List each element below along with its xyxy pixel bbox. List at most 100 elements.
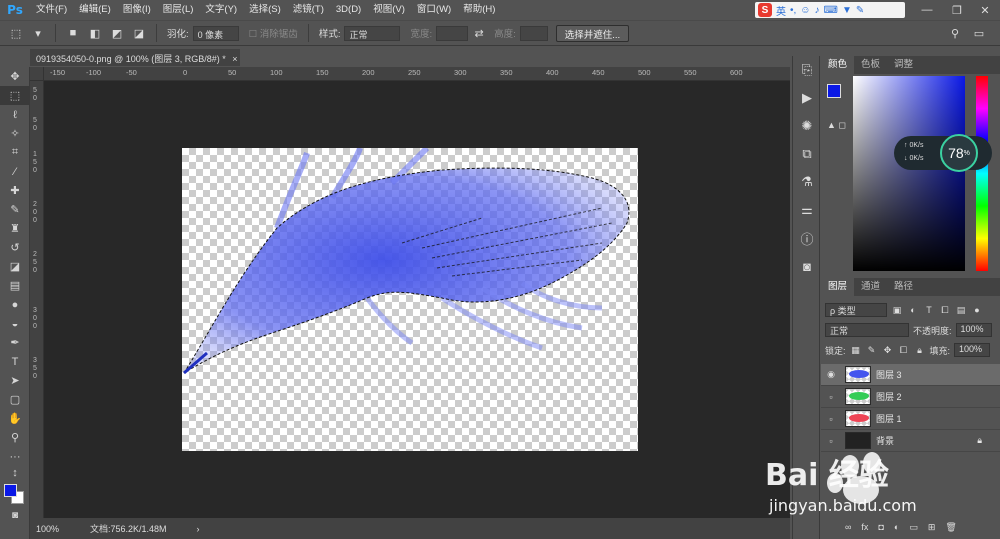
filter-adjust-icon[interactable]: ◐ [907,305,919,315]
filter-type-icon[interactable]: T [923,305,935,315]
tab-adjustments[interactable]: 调整 [887,56,920,74]
shape-tool-icon[interactable]: ▢ [0,390,30,409]
info-panel-icon[interactable]: ⓘ [793,224,821,252]
document-tab[interactable]: 0919354050-0.png @ 100% (图层 3, RGB/8#) *… [30,49,240,66]
visibility-toggle[interactable]: ▫ [821,414,841,424]
pen-tool-icon[interactable]: ✒ [0,333,30,352]
document-info[interactable]: 文档:756.2K/1.48M [90,522,167,535]
skin-icon[interactable]: ▼ [842,5,852,16]
clone-source-panel-icon[interactable]: ⧉ [793,140,821,168]
brushes-panel-icon[interactable]: ✺ [793,112,821,140]
color-field[interactable] [853,76,965,271]
horizontal-ruler[interactable]: -150 -100 -50 0 50 100 150 200 250 300 3… [44,67,790,81]
chevron-down-icon[interactable]: ▾ [30,25,46,41]
lock-position-icon[interactable]: ✥ [882,345,894,356]
height-input[interactable] [519,25,548,41]
magic-wand-tool-icon[interactable]: ✧ [0,124,30,143]
lock-paint-icon[interactable]: ✎ [866,345,878,356]
zoom-level[interactable]: 100% [36,524,84,534]
ime-toolbar[interactable]: S 英 •, ☺ ♪ ⌨ ▼ ✎ [755,2,905,18]
minimize-icon[interactable]: — [912,0,942,20]
menu-type[interactable]: 文字(Y) [199,0,243,20]
new-selection-icon[interactable]: ■ [65,25,81,41]
lock-all-icon[interactable]: 🔒︎ [914,345,926,356]
hand-tool-icon[interactable]: ✋ [0,409,30,428]
menu-window[interactable]: 窗口(W) [411,0,457,20]
microphone-icon[interactable]: ♪ [815,5,820,16]
sogou-icon[interactable]: S [758,3,772,17]
menu-filter[interactable]: 滤镜(T) [287,0,330,20]
marquee-preset-icon[interactable]: ⬚ [8,25,24,41]
menu-file[interactable]: 文件(F) [30,0,73,20]
eraser-tool-icon[interactable]: ◪ [0,257,30,276]
filter-pixel-icon[interactable]: ▣ [891,305,903,316]
clone-stamp-tool-icon[interactable]: ♜ [0,219,30,238]
dodge-tool-icon[interactable]: ◒ [0,314,30,333]
marquee-tool-icon[interactable]: ⬚ [0,86,30,105]
layer-filter-select[interactable]: ρ 类型 [825,303,887,317]
hue-slider[interactable] [976,76,988,271]
menu-select[interactable]: 选择(S) [243,0,287,20]
ime-settings-icon[interactable]: ✎ [856,5,864,16]
layer-row[interactable]: ▫ 图层 1 [821,408,1000,430]
subtract-selection-icon[interactable]: ◩ [109,25,125,41]
visibility-eye-icon[interactable]: ◉ [821,369,841,380]
punctuation-icon[interactable]: •, [790,5,796,16]
swap-colors-icon[interactable]: ↕ [0,466,30,480]
glyphs-panel-icon[interactable]: ◙ [793,252,821,280]
tab-color[interactable]: 颜色 [821,56,855,74]
fill-input[interactable]: 100% [954,343,991,357]
tab-channels[interactable]: 通道 [854,278,887,296]
search-icon[interactable]: ⚲ [947,25,963,41]
menu-help[interactable]: 帮助(H) [457,0,501,20]
menu-view[interactable]: 视图(V) [367,0,411,20]
healing-brush-tool-icon[interactable]: ✚ [0,181,30,200]
layer-row[interactable]: ◉ 图层 3 [821,364,1000,386]
layer-name[interactable]: 图层 1 [876,412,902,425]
ime-language[interactable]: 英 [776,3,786,18]
intersect-selection-icon[interactable]: ◪ [131,25,147,41]
add-selection-icon[interactable]: ◧ [87,25,103,41]
antialias-checkbox[interactable]: ☐ 消除锯齿 [249,26,298,40]
menu-3d[interactable]: 3D(D) [330,0,367,20]
menu-image[interactable]: 图像(I) [117,0,157,20]
vertical-ruler[interactable]: 5 0 5 0 1 5 0 2 0 0 2 5 0 3 0 0 3 5 0 [30,81,44,518]
image-canvas[interactable] [182,148,638,451]
width-input[interactable] [436,25,469,41]
style-select[interactable]: 正常 [344,25,401,41]
layer-row[interactable]: ▫ 图层 2 [821,386,1000,408]
foreground-color-chip[interactable] [827,84,841,98]
tab-paths[interactable]: 路径 [887,278,920,296]
select-and-mask-button[interactable]: 选择并遮住... [555,24,630,42]
menu-layer[interactable]: 图层(L) [157,0,200,20]
history-panel-icon[interactable]: ⎘ [793,56,821,84]
properties-panel-icon[interactable]: ⚌ [793,196,821,224]
opacity-input[interactable]: 100% [955,323,992,337]
adjust-panel-icon[interactable]: ⚗ [793,168,821,196]
quick-mask-icon[interactable]: ◙ [0,507,30,523]
path-selection-tool-icon[interactable]: ➤ [0,371,30,390]
blend-mode-select[interactable]: 正常 [825,323,909,337]
visibility-toggle[interactable]: ▫ [821,392,841,402]
emoji-icon[interactable]: ☺ [800,5,810,16]
tab-swatches[interactable]: 色板 [854,56,887,74]
zoom-tool-icon[interactable]: ⚲ [0,428,30,447]
foreground-color-swatch[interactable] [4,484,17,497]
close-icon[interactable]: ✕ [970,0,1000,20]
lock-artboard-icon[interactable]: ⧠ [898,345,910,356]
type-tool-icon[interactable]: T [0,352,30,371]
crop-tool-icon[interactable]: ⌗ [0,143,30,162]
filter-shape-icon[interactable]: ⧠ [939,305,951,316]
swap-icon[interactable]: ⇄ [471,25,487,41]
maximize-icon[interactable]: ❐ [942,0,972,20]
ruler-origin[interactable] [30,67,44,81]
keyboard-icon[interactable]: ⌨ [824,5,838,16]
tab-layers[interactable]: 图层 [821,278,855,296]
filter-toggle-icon[interactable]: ● [971,305,983,315]
gradient-tool-icon[interactable]: ▤ [0,276,30,295]
history-brush-tool-icon[interactable]: ↺ [0,238,30,257]
menu-edit[interactable]: 编辑(E) [73,0,117,20]
workspace-icon[interactable]: ▭ [971,25,987,41]
lock-transparent-icon[interactable]: ▦ [850,345,862,356]
move-tool-icon[interactable]: ✥ [0,67,30,86]
